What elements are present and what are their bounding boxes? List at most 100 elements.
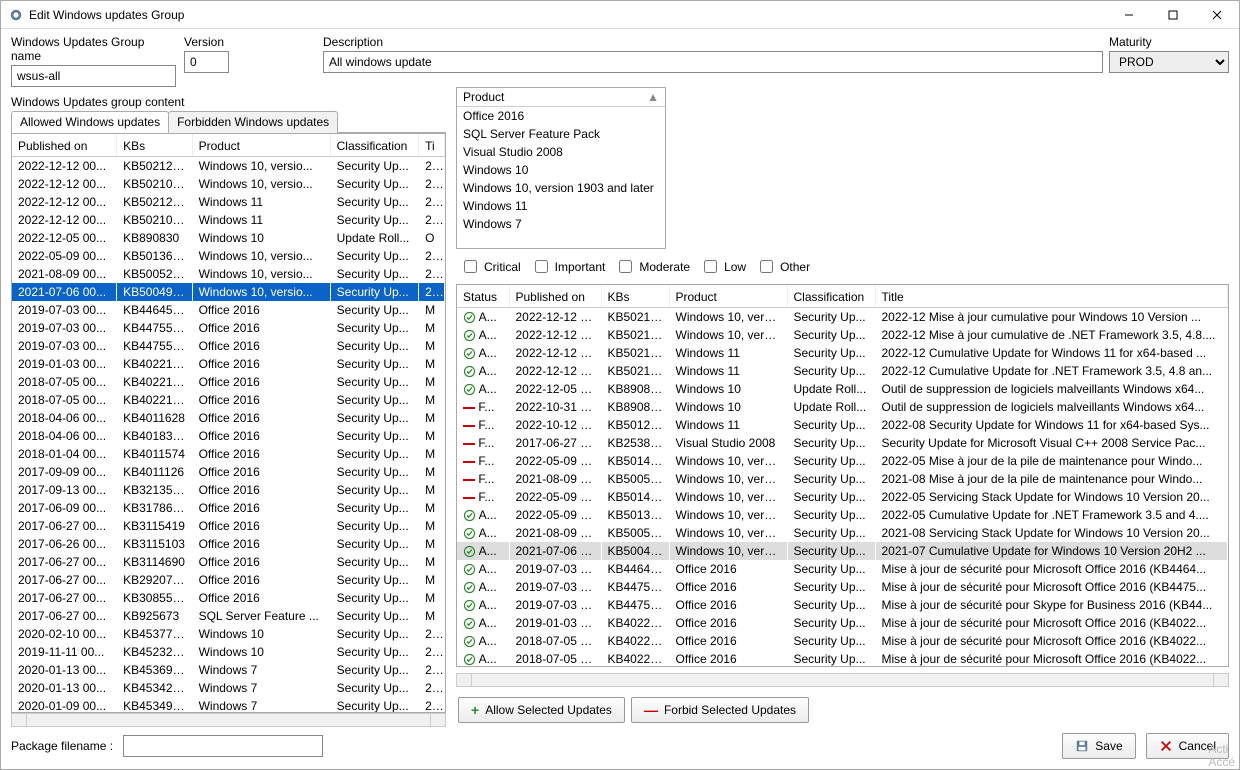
table-row[interactable]: 2020-02-10 00...KB4537762Windows 10Secur… xyxy=(12,625,445,643)
available-updates-grid[interactable]: StatusPublished onKBsProductClassificati… xyxy=(456,284,1229,667)
column-header[interactable]: KBs xyxy=(601,285,669,308)
table-row[interactable]: F...2022-05-09 0...KB5014032Windows 10, … xyxy=(457,488,1228,506)
form-area: Windows Updates Group name Version Descr… xyxy=(1,29,1239,87)
close-icon xyxy=(1212,10,1222,20)
filter-critical[interactable]: Critical xyxy=(460,257,521,276)
app-icon xyxy=(9,8,23,22)
column-header[interactable]: Product xyxy=(192,134,330,157)
allow-selected-button[interactable]: + Allow Selected Updates xyxy=(458,697,625,723)
tab-forbidden[interactable]: Forbidden Windows updates xyxy=(168,111,338,133)
product-item[interactable]: Windows 7 xyxy=(457,215,665,233)
package-filename-input[interactable] xyxy=(123,735,323,757)
cancel-button[interactable]: Cancel xyxy=(1146,733,1229,759)
version-input[interactable] xyxy=(184,51,229,73)
minimize-button[interactable] xyxy=(1107,1,1151,28)
table-row[interactable]: 2022-12-12 00...KB5021233Windows 10, ver… xyxy=(12,157,445,176)
table-row[interactable]: A...2019-07-03 0...KB4464534Office 2016S… xyxy=(457,560,1228,578)
table-row[interactable]: F...2021-08-09 0...KB5005260Windows 10, … xyxy=(457,470,1228,488)
table-row[interactable]: 2017-09-13 00...KB3213551Office 2016Secu… xyxy=(12,481,445,499)
filter-moderate[interactable]: Moderate xyxy=(615,257,690,276)
column-header[interactable]: KBs xyxy=(117,134,192,157)
table-row[interactable]: F...2022-10-12 0...KB5012170Windows 11Se… xyxy=(457,416,1228,434)
product-item[interactable]: SQL Server Feature Pack xyxy=(457,125,665,143)
right-horizontal-scrollbar[interactable] xyxy=(456,673,1229,687)
left-horizontal-scrollbar[interactable] xyxy=(11,713,446,727)
table-row[interactable]: 2022-12-12 00...KB5021090Windows 11Secur… xyxy=(12,211,445,229)
product-item[interactable]: Windows 10 xyxy=(457,161,665,179)
close-button[interactable] xyxy=(1195,1,1239,28)
column-header[interactable]: Title xyxy=(875,285,1228,308)
description-input[interactable] xyxy=(323,51,1103,73)
product-item[interactable]: Windows 10, version 1903 and later xyxy=(457,179,665,197)
table-row[interactable]: 2019-07-03 00...KB4464534Office 2016Secu… xyxy=(12,301,445,319)
table-row[interactable]: A...2022-12-12 0...KB5021233Windows 10, … xyxy=(457,308,1228,327)
left-column: Windows Updates group content Allowed Wi… xyxy=(11,87,446,727)
table-row[interactable]: 2020-01-13 00...KB4534251Windows 7Securi… xyxy=(12,679,445,697)
table-row[interactable]: 2018-07-05 00...KB4022172Office 2016Secu… xyxy=(12,373,445,391)
allowed-updates-grid[interactable]: Published onKBsProductClassificationTi 2… xyxy=(11,133,446,713)
edit-windows-updates-group-window: Edit Windows updates Group Windows Updat… xyxy=(0,0,1240,770)
column-header[interactable]: Published on xyxy=(509,285,601,308)
table-row[interactable]: A...2022-05-09 0...KB5013624Windows 10, … xyxy=(457,506,1228,524)
table-row[interactable]: 2022-12-12 00...KB5021087Windows 10, ver… xyxy=(12,175,445,193)
description-label: Description xyxy=(323,35,1103,49)
table-row[interactable]: A...2022-12-12 0...KB5021090Windows 11Se… xyxy=(457,362,1228,380)
column-header[interactable]: Classification xyxy=(330,134,418,157)
table-row[interactable]: 2018-04-06 00...KB4011628Office 2016Secu… xyxy=(12,409,445,427)
table-row[interactable]: A...2019-07-03 0...KB4475545Office 2016S… xyxy=(457,596,1228,614)
table-row[interactable]: 2017-06-27 00...KB3085538Office 2016Secu… xyxy=(12,589,445,607)
maximize-button[interactable] xyxy=(1151,1,1195,28)
table-row[interactable]: 2019-07-03 00...KB4475545Office 2016Secu… xyxy=(12,337,445,355)
product-item[interactable]: Office 2016 xyxy=(457,107,665,125)
table-row[interactable]: 2017-06-26 00...KB3115103Office 2016Secu… xyxy=(12,535,445,553)
table-row[interactable]: F...2022-05-09 0...KB5014032Windows 10, … xyxy=(457,452,1228,470)
table-row[interactable]: A...2022-12-12 0...KB5021087Windows 10, … xyxy=(457,326,1228,344)
tab-allowed[interactable]: Allowed Windows updates xyxy=(11,111,169,133)
table-row[interactable]: 2018-01-04 00...KB4011574Office 2016Secu… xyxy=(12,445,445,463)
table-row[interactable]: 2017-06-27 00...KB925673SQL Server Featu… xyxy=(12,607,445,625)
table-row[interactable]: 2022-12-12 00...KB5021234Windows 11Secur… xyxy=(12,193,445,211)
product-item[interactable]: Windows 11 xyxy=(457,197,665,215)
table-row[interactable]: F...2022-10-31 0...KB890830Windows 10Upd… xyxy=(457,398,1228,416)
table-row[interactable]: 2021-07-06 00...KB5004945Windows 10, ver… xyxy=(12,283,445,301)
minimize-icon xyxy=(1124,10,1134,20)
table-row[interactable]: 2022-12-05 00...KB890830Windows 10Update… xyxy=(12,229,445,247)
forbid-selected-button[interactable]: — Forbid Selected Updates xyxy=(631,697,809,723)
table-row[interactable]: 2017-06-27 00...KB2920727Office 2016Secu… xyxy=(12,571,445,589)
table-row[interactable]: 2019-07-03 00...KB4475514Office 2016Secu… xyxy=(12,319,445,337)
table-row[interactable]: A...2019-07-03 0...KB4475514Office 2016S… xyxy=(457,578,1228,596)
table-row[interactable]: A...2021-07-06 0...KB5004945Windows 10, … xyxy=(457,542,1228,560)
column-header[interactable]: Status xyxy=(457,285,509,308)
table-row[interactable]: 2019-01-03 00...KB4022162Office 2016Secu… xyxy=(12,355,445,373)
table-row[interactable]: 2020-01-13 00...KB4536952Windows 7Securi… xyxy=(12,661,445,679)
table-row[interactable]: A...2022-12-12 0...KB5021234Windows 11Se… xyxy=(457,344,1228,362)
table-row[interactable]: A...2019-01-03 0...KB4022162Office 2016S… xyxy=(457,614,1228,632)
table-row[interactable]: 2017-06-27 00...KB3114690Office 2016Secu… xyxy=(12,553,445,571)
table-row[interactable]: 2018-04-06 00...KB4018319Office 2016Secu… xyxy=(12,427,445,445)
filter-low[interactable]: Low xyxy=(700,257,746,276)
filter-important[interactable]: Important xyxy=(531,257,606,276)
table-row[interactable]: 2022-05-09 00...KB5013624Windows 10, ver… xyxy=(12,247,445,265)
column-header[interactable]: Ti xyxy=(419,134,445,157)
product-header[interactable]: Product ▲ xyxy=(457,88,665,107)
table-row[interactable]: 2018-07-05 00...KB4022176Office 2016Secu… xyxy=(12,391,445,409)
column-header[interactable]: Product xyxy=(669,285,787,308)
table-row[interactable]: 2017-06-27 00...KB3115419Office 2016Secu… xyxy=(12,517,445,535)
column-header[interactable]: Classification xyxy=(787,285,875,308)
table-row[interactable]: A...2018-07-05 0...KB4022176Office 2016S… xyxy=(457,650,1228,667)
table-row[interactable]: 2020-01-09 00...KB4534976Windows 7Securi… xyxy=(12,697,445,713)
table-row[interactable]: A...2018-07-05 0...KB4022172Office 2016S… xyxy=(457,632,1228,650)
table-row[interactable]: A...2021-08-09 0...KB5005260Windows 10, … xyxy=(457,524,1228,542)
name-input[interactable] xyxy=(11,65,176,87)
maturity-select[interactable]: PROD xyxy=(1109,51,1229,73)
table-row[interactable]: F...2017-06-27 0...KB2538243Visual Studi… xyxy=(457,434,1228,452)
filter-other[interactable]: Other xyxy=(756,257,810,276)
column-header[interactable]: Published on xyxy=(12,134,117,157)
table-row[interactable]: 2021-08-09 00...KB5005260Windows 10, ver… xyxy=(12,265,445,283)
table-row[interactable]: 2019-11-11 00...KB4523203Windows 10Secur… xyxy=(12,643,445,661)
table-row[interactable]: A...2022-12-05 0...KB890830Windows 10Upd… xyxy=(457,380,1228,398)
table-row[interactable]: 2017-06-09 00...KB3178667Office 2016Secu… xyxy=(12,499,445,517)
table-row[interactable]: 2017-09-09 00...KB4011126Office 2016Secu… xyxy=(12,463,445,481)
product-item[interactable]: Visual Studio 2008 xyxy=(457,143,665,161)
save-button[interactable]: Save xyxy=(1062,733,1135,759)
